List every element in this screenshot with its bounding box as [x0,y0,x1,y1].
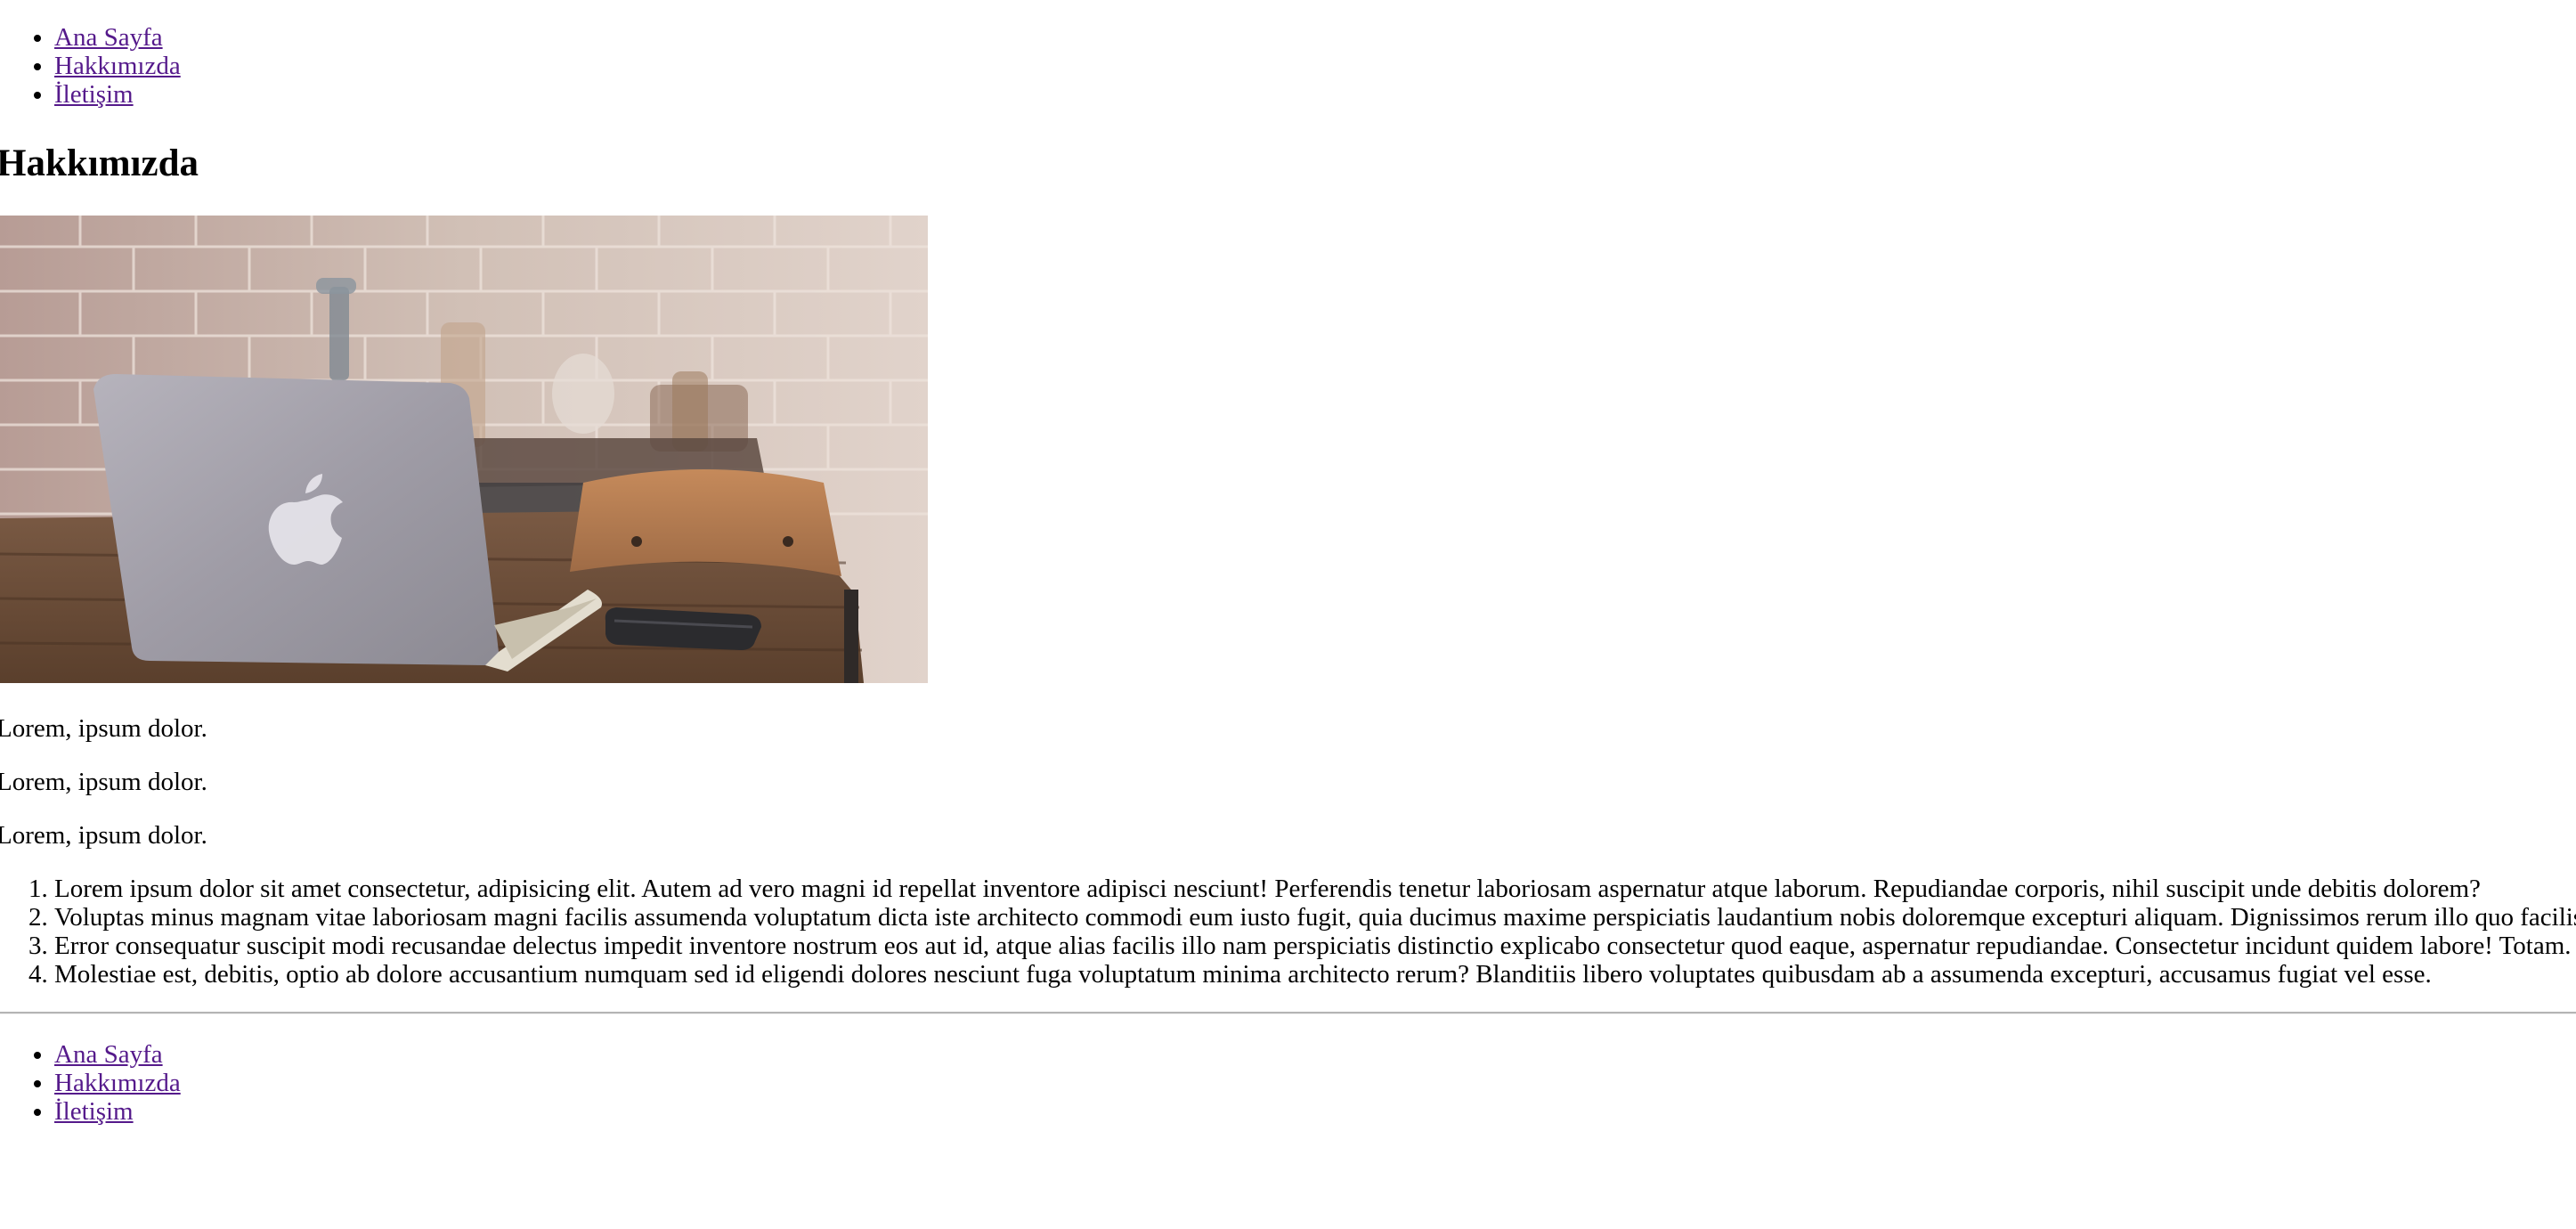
nav-item-about: Hakkımızda [54,1069,181,1097]
footer-link-home[interactable]: Ana Sayfa [54,1040,163,1069]
ordered-list: Lorem ipsum dolor sit amet consectetur, … [0,875,2576,989]
divider [0,1012,2576,1014]
top-nav: Ana Sayfa Hakkımızda İletişim [0,23,181,109]
nav-link-about[interactable]: Hakkımızda [54,52,181,80]
list-item: Molestiae est, debitis, optio ab dolore … [54,960,2576,989]
list-item: Lorem ipsum dolor sit amet consectetur, … [54,875,2576,903]
hero-image [0,216,928,683]
footer-link-contact[interactable]: İletişim [54,1097,134,1126]
nav-link-home[interactable]: Ana Sayfa [54,23,163,52]
nav-link-contact[interactable]: İletişim [54,80,134,109]
paragraph-1: Lorem, ipsum dolor. [0,714,207,743]
list-item: Error consequatur suscipit modi recusand… [54,932,2576,960]
paragraph-3: Lorem, ipsum dolor. [0,821,207,850]
list-item: Voluptas minus magnam vitae laboriosam m… [54,903,2576,932]
paragraph-2: Lorem, ipsum dolor. [0,768,207,796]
nav-item-home: Ana Sayfa [54,1040,181,1069]
nav-item-contact: İletişim [54,1097,181,1126]
nav-item-about: Hakkımızda [54,52,181,80]
bottom-nav: Ana Sayfa Hakkımızda İletişim [0,1040,181,1126]
laptop-desk-photo-icon [0,216,928,683]
footer-link-about[interactable]: Hakkımızda [54,1069,181,1097]
nav-item-contact: İletişim [54,80,181,109]
nav-item-home: Ana Sayfa [54,23,181,52]
page-title: Hakkımızda [0,142,199,184]
